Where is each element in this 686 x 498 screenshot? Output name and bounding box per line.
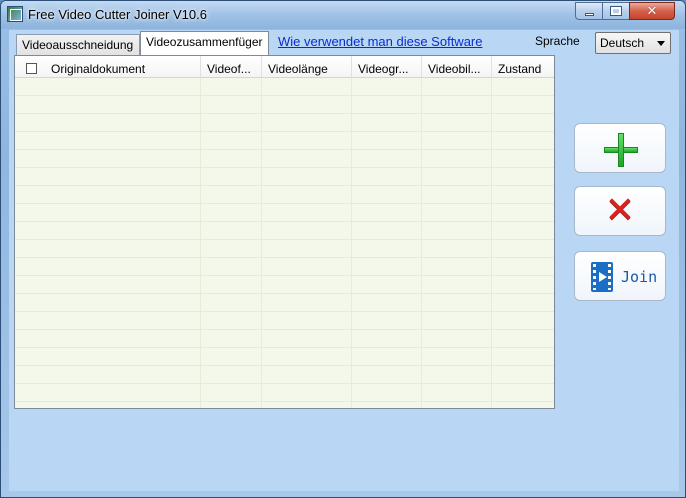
column-header-format[interactable]: Videof... bbox=[201, 56, 262, 78]
chevron-down-icon bbox=[657, 41, 665, 46]
tab-video-joiner[interactable]: Videozusammenfüger bbox=[140, 31, 269, 55]
title-bar[interactable]: Free Video Cutter Joiner V10.6 ✕ bbox=[1, 1, 685, 29]
remove-file-button[interactable]: ✕ bbox=[574, 186, 666, 236]
language-select[interactable]: Deutsch bbox=[595, 32, 671, 54]
column-header-resolution[interactable]: Videobil... bbox=[422, 56, 492, 78]
select-all-checkbox[interactable] bbox=[26, 63, 37, 74]
join-label: Join bbox=[621, 268, 658, 286]
close-button[interactable]: ✕ bbox=[629, 2, 675, 20]
minimize-icon bbox=[585, 13, 594, 16]
play-icon bbox=[599, 272, 607, 282]
film-icon bbox=[591, 262, 613, 292]
app-logo-icon bbox=[7, 6, 23, 22]
main-panel: Videoausschneidung Videozusammenfüger Wi… bbox=[9, 30, 679, 491]
maximize-icon bbox=[610, 6, 622, 16]
plus-icon-vertical bbox=[618, 133, 624, 167]
window-title: Free Video Cutter Joiner V10.6 bbox=[28, 7, 207, 22]
table-header: Originaldokument Videof... Videolänge Vi… bbox=[15, 56, 554, 78]
file-list-panel: Originaldokument Videof... Videolänge Vi… bbox=[14, 55, 555, 409]
file-list-body[interactable] bbox=[15, 78, 554, 408]
column-header-size[interactable]: Videogr... bbox=[352, 56, 422, 78]
close-icon: ✕ bbox=[646, 3, 658, 18]
help-link[interactable]: Wie verwendet man diese Software bbox=[278, 34, 482, 49]
tab-video-cutter[interactable]: Videoausschneidung bbox=[16, 34, 140, 55]
add-file-button[interactable] bbox=[574, 123, 666, 173]
minimize-button[interactable] bbox=[575, 2, 602, 20]
join-button[interactable]: Join bbox=[574, 251, 666, 301]
language-selected-value: Deutsch bbox=[600, 36, 645, 50]
cross-icon: ✕ bbox=[604, 189, 636, 230]
column-header-status[interactable]: Zustand bbox=[492, 56, 554, 78]
app-window: Free Video Cutter Joiner V10.6 ✕ Videoau… bbox=[0, 0, 686, 498]
column-header-original[interactable]: Originaldokument bbox=[45, 56, 201, 78]
language-label: Sprache bbox=[535, 34, 580, 48]
maximize-button[interactable] bbox=[602, 2, 629, 20]
column-header-duration[interactable]: Videolänge bbox=[262, 56, 352, 78]
